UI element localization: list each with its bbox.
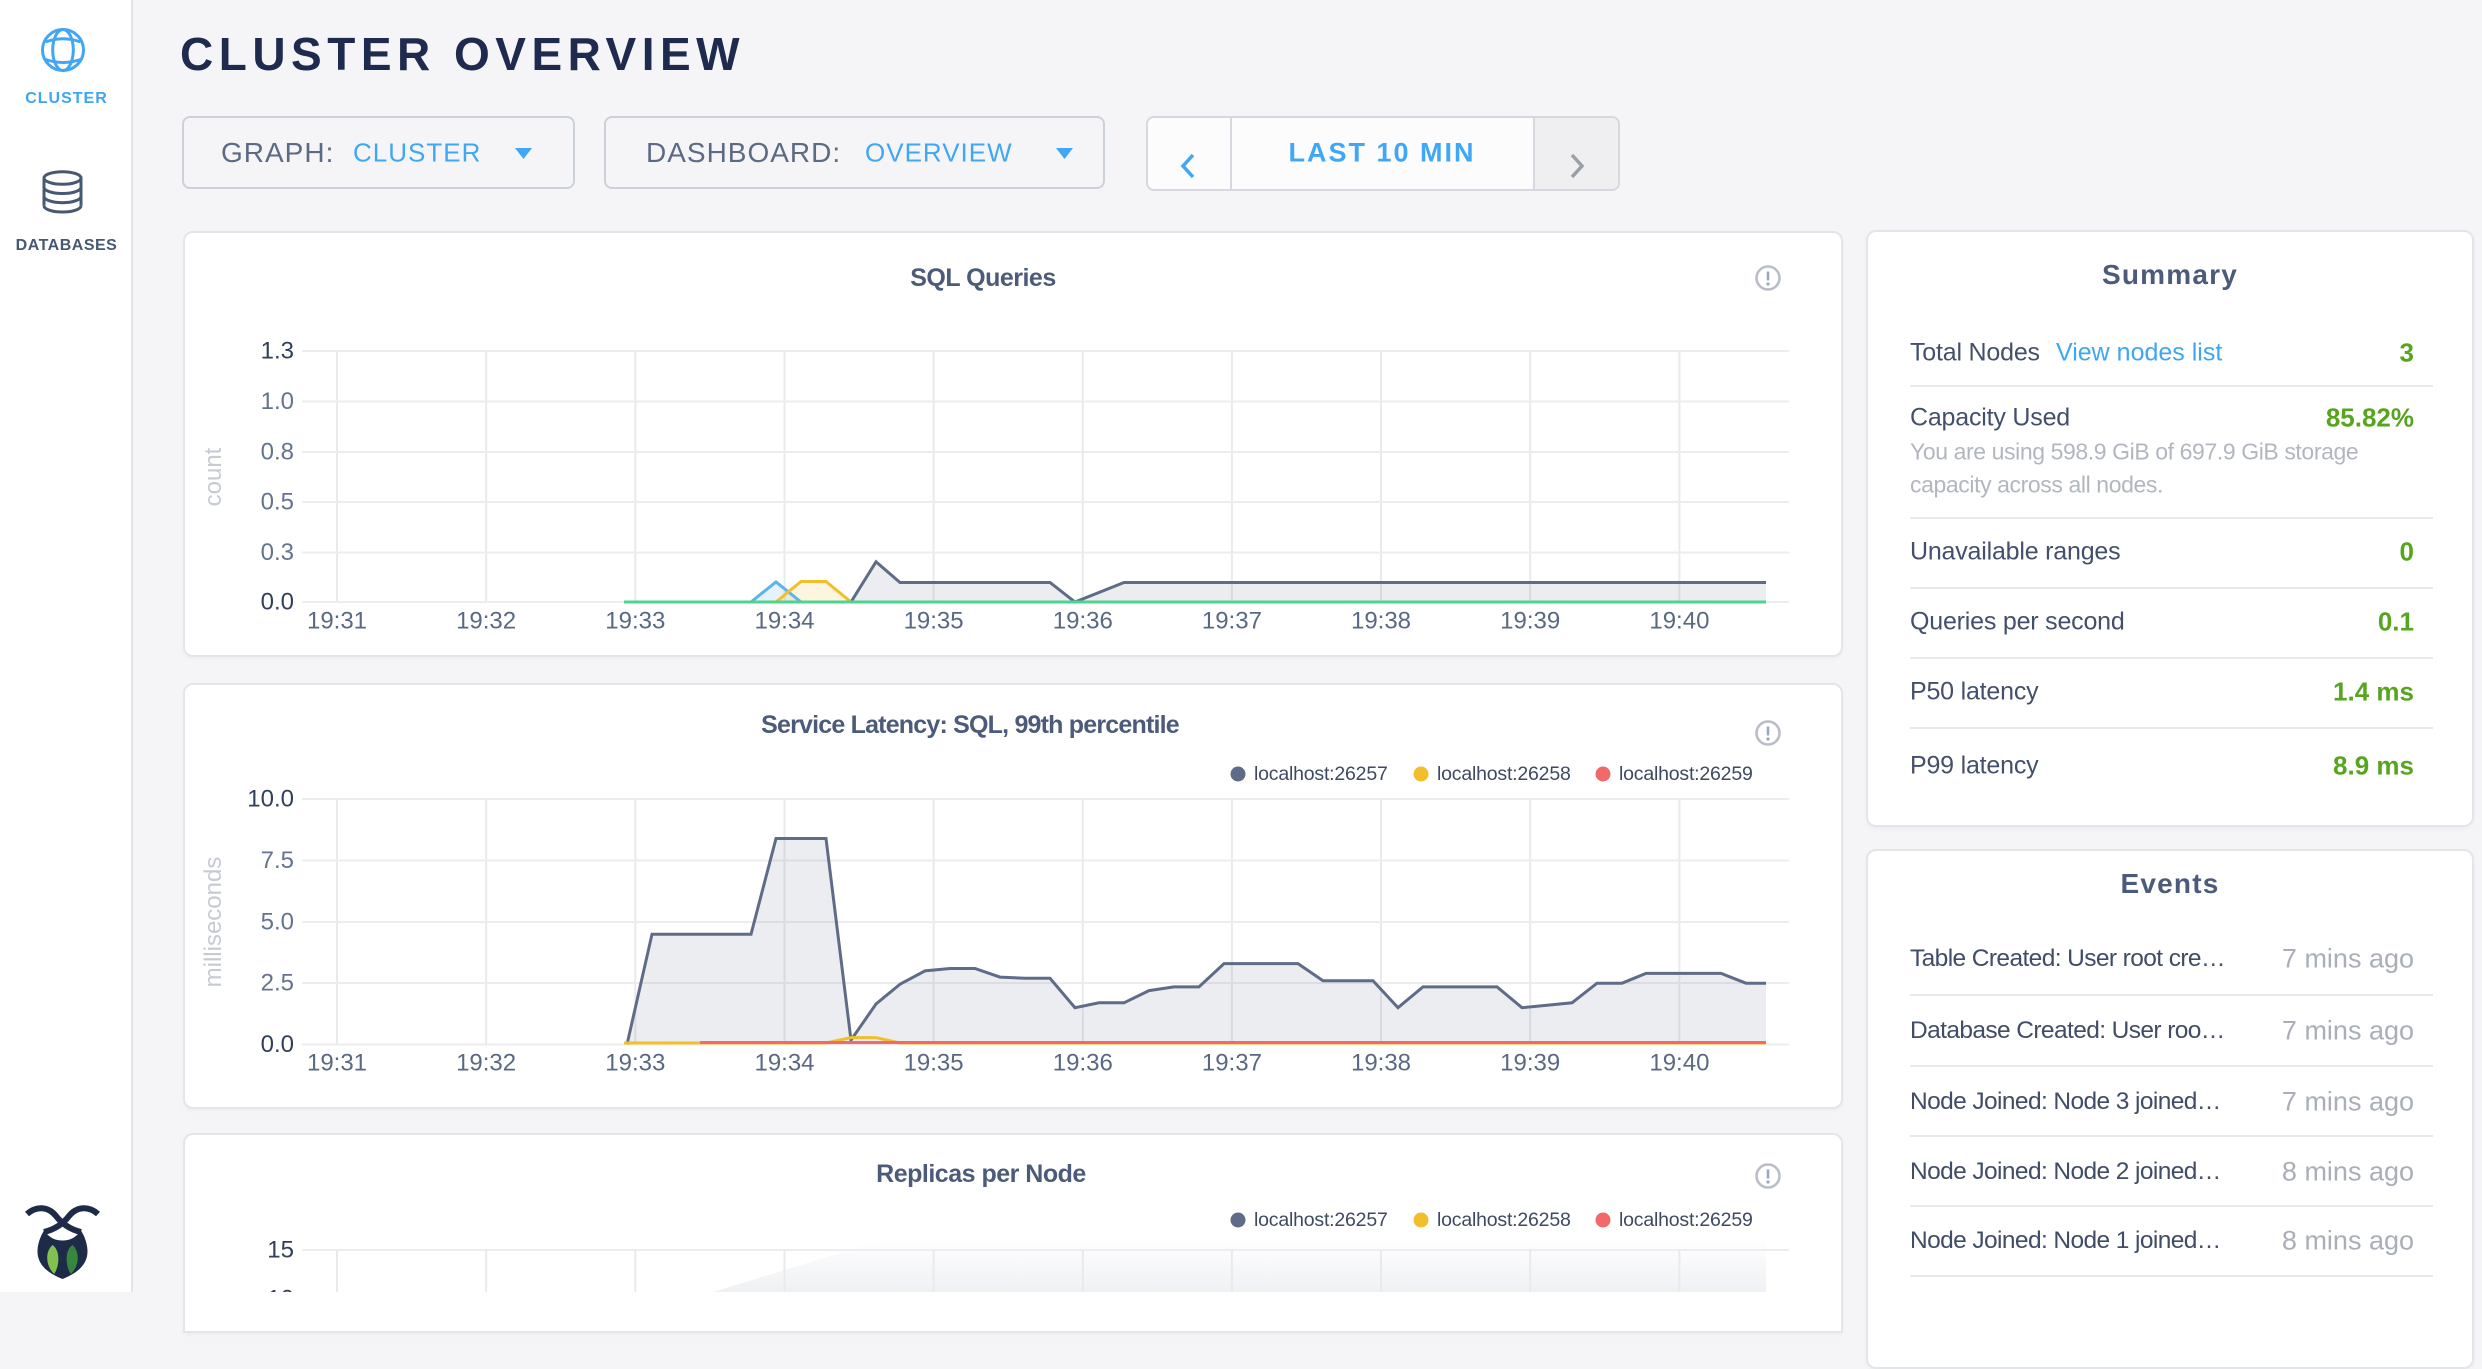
svg-text:localhost:26259: localhost:26259	[1619, 763, 1753, 785]
svg-text:19:39: 19:39	[1500, 1050, 1560, 1077]
svg-text:5.0: 5.0	[261, 909, 294, 936]
svg-text:2.5: 2.5	[261, 970, 294, 997]
svg-text:19:38: 19:38	[1351, 608, 1411, 635]
svg-text:10: 10	[267, 1286, 294, 1293]
svg-text:0.5: 0.5	[261, 489, 294, 516]
svg-text:SQL Queries: SQL Queries	[910, 264, 1056, 292]
svg-text:19:36: 19:36	[1053, 608, 1113, 635]
svg-text:7.5: 7.5	[261, 847, 294, 874]
svg-text:19:32: 19:32	[456, 608, 516, 635]
svg-text:19:40: 19:40	[1649, 1050, 1709, 1077]
svg-text:1.3: 1.3	[261, 338, 294, 365]
svg-text:19:33: 19:33	[605, 1050, 665, 1077]
svg-text:19:37: 19:37	[1202, 608, 1262, 635]
svg-text:19:40: 19:40	[1649, 608, 1709, 635]
svg-text:19:33: 19:33	[605, 608, 665, 635]
svg-text:19:31: 19:31	[307, 1050, 367, 1077]
svg-text:Service Latency: SQL, 99th per: Service Latency: SQL, 99th percentile	[761, 711, 1180, 739]
svg-text:0.0: 0.0	[261, 1031, 294, 1058]
svg-text:19:35: 19:35	[904, 608, 964, 635]
svg-text:Replicas per Node: Replicas per Node	[876, 1160, 1086, 1188]
svg-text:19:31: 19:31	[307, 608, 367, 635]
svg-text:0.3: 0.3	[261, 539, 294, 566]
svg-text:count: count	[200, 447, 227, 506]
svg-text:19:37: 19:37	[1202, 1050, 1262, 1077]
svg-text:19:38: 19:38	[1351, 1050, 1411, 1077]
svg-text:localhost:26258: localhost:26258	[1437, 1209, 1571, 1231]
svg-text:0.0: 0.0	[261, 589, 294, 616]
svg-text:10.0: 10.0	[247, 786, 294, 813]
svg-text:19:34: 19:34	[754, 608, 814, 635]
svg-text:19:36: 19:36	[1053, 1050, 1113, 1077]
svg-text:milliseconds: milliseconds	[200, 857, 227, 988]
svg-text:19:32: 19:32	[456, 1050, 516, 1077]
svg-text:19:34: 19:34	[754, 1050, 814, 1077]
svg-text:19:39: 19:39	[1500, 608, 1560, 635]
svg-text:localhost:26257: localhost:26257	[1254, 763, 1388, 785]
svg-text:localhost:26258: localhost:26258	[1437, 763, 1571, 785]
svg-text:0.8: 0.8	[261, 439, 294, 466]
svg-text:localhost:26257: localhost:26257	[1254, 1209, 1388, 1231]
svg-text:localhost:26259: localhost:26259	[1619, 1209, 1753, 1231]
svg-text:15: 15	[267, 1237, 294, 1264]
svg-text:19:35: 19:35	[904, 1050, 964, 1077]
svg-text:1.0: 1.0	[261, 388, 294, 415]
